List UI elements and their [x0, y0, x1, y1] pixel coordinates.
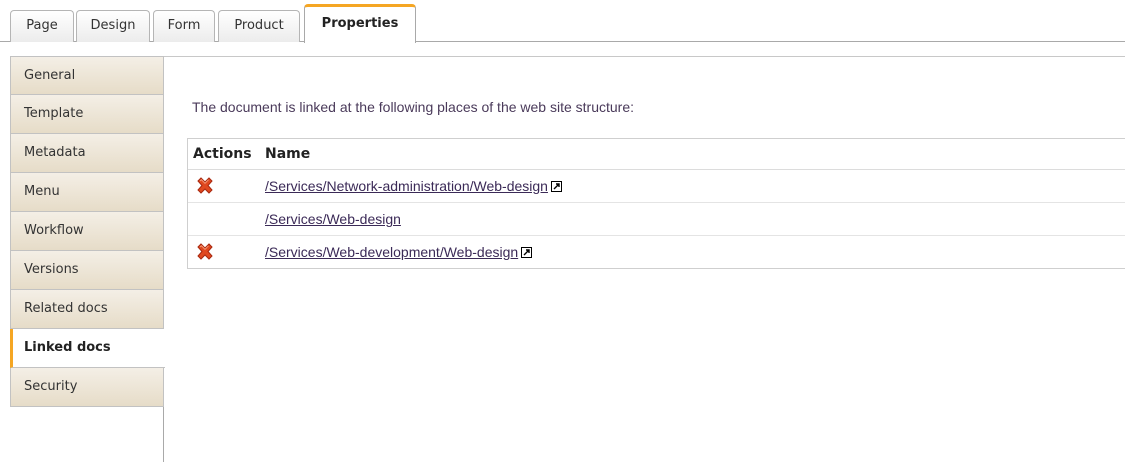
linked-doc-path[interactable]: /Services/Network-administration/Web-des…: [265, 178, 548, 194]
linked-doc-link[interactable]: /Services/Web-development/Web-design: [265, 244, 533, 260]
linked-docs-intro: The document is linked at the following …: [192, 99, 635, 115]
tab-bar: Page Design Form Product Properties: [0, 0, 1125, 43]
column-header-actions: Actions: [193, 146, 252, 162]
linked-docs-table: Actions Name /Services/Network-administr…: [187, 138, 1125, 269]
content-top-border: [164, 56, 1125, 57]
tab-page[interactable]: Page: [10, 10, 74, 42]
table-header: Actions Name: [188, 139, 1125, 170]
delete-x-icon[interactable]: [195, 242, 215, 262]
sidebar-item-metadata[interactable]: Metadata: [10, 134, 164, 173]
linked-doc-link[interactable]: /Services/Web-design: [265, 211, 401, 227]
tab-form[interactable]: Form: [153, 10, 215, 42]
tab-design[interactable]: Design: [76, 10, 150, 42]
properties-sidebar: General Template Metadata Menu Workflow …: [10, 56, 165, 462]
external-link-icon[interactable]: [521, 245, 533, 258]
tab-product[interactable]: Product: [218, 10, 300, 42]
table-row: /Services/Network-administration/Web-des…: [188, 170, 1125, 203]
sidebar-item-menu[interactable]: Menu: [10, 173, 164, 212]
external-link-icon[interactable]: [550, 179, 562, 192]
sidebar-item-linked-docs[interactable]: Linked docs: [10, 329, 165, 368]
sidebar-item-related-docs[interactable]: Related docs: [10, 290, 164, 329]
sidebar-item-workflow[interactable]: Workflow: [10, 212, 164, 251]
column-header-name: Name: [265, 146, 311, 162]
sidebar-item-template[interactable]: Template: [10, 95, 164, 134]
properties-panel: Page Design Form Product Properties Gene…: [0, 0, 1125, 462]
tab-properties[interactable]: Properties: [304, 4, 416, 43]
linked-doc-path[interactable]: /Services/Web-development/Web-design: [265, 244, 518, 260]
delete-x-icon[interactable]: [195, 176, 215, 196]
linked-doc-path[interactable]: /Services/Web-design: [265, 211, 401, 227]
linked-doc-link[interactable]: /Services/Network-administration/Web-des…: [265, 178, 562, 194]
table-row: /Services/Web-design: [188, 203, 1125, 236]
sidebar-item-security[interactable]: Security: [10, 368, 164, 407]
table-row: /Services/Web-development/Web-design: [188, 236, 1125, 268]
sidebar-item-general[interactable]: General: [10, 56, 164, 95]
sidebar-item-versions[interactable]: Versions: [10, 251, 164, 290]
